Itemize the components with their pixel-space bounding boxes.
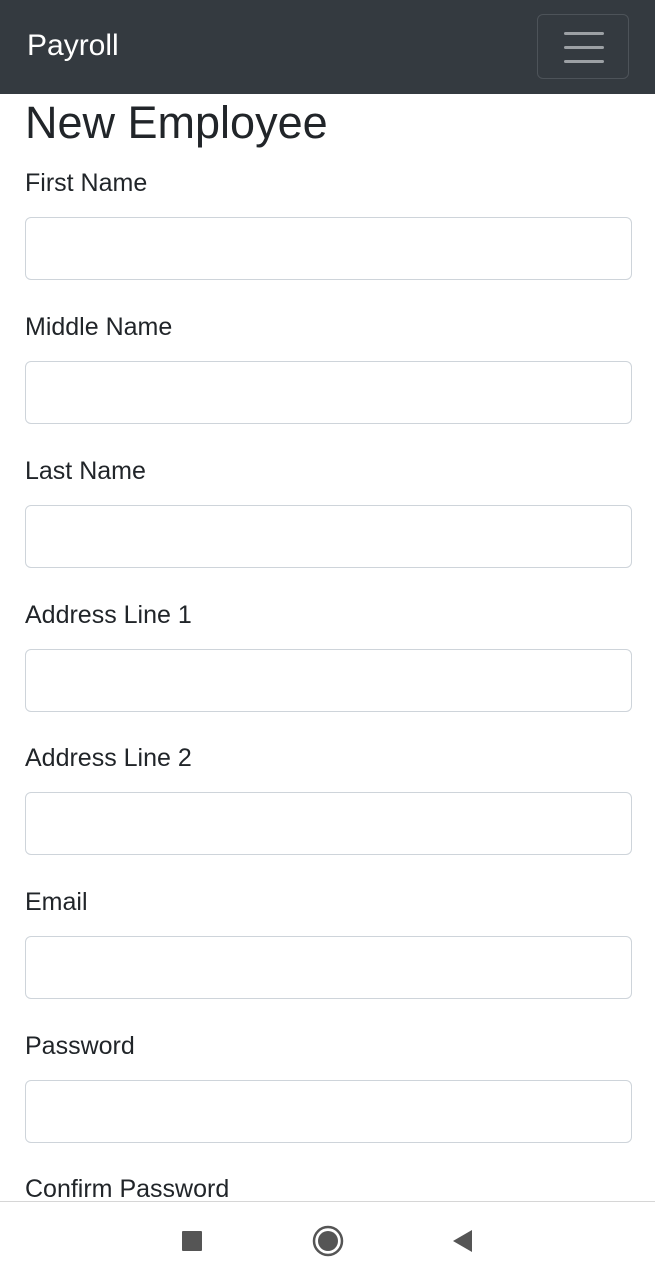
last-name-label: Last Name: [25, 457, 146, 485]
password-label: Password: [25, 1032, 135, 1060]
form-group-address-line-1: Address Line 1: [25, 600, 632, 712]
form-group-address-line-2: Address Line 2: [25, 743, 632, 855]
email-label: Email: [25, 888, 88, 916]
navbar: Payroll: [0, 0, 655, 94]
triangle-back-icon: [453, 1230, 472, 1252]
hamburger-menu-icon: [564, 32, 604, 35]
last-name-input[interactable]: [25, 505, 632, 568]
address-line-1-label: Address Line 1: [25, 601, 192, 629]
form-group-confirm-password: Confirm Password: [25, 1174, 632, 1204]
page-title: New Employee: [25, 97, 328, 148]
form-group-first-name: First Name: [25, 168, 632, 280]
system-navigation-bar: [0, 1201, 655, 1280]
hamburger-bar: [564, 60, 604, 63]
navbar-toggler-button[interactable]: [537, 14, 629, 79]
address-line-2-input[interactable]: [25, 792, 632, 855]
back-button[interactable]: [422, 1202, 502, 1280]
first-name-input[interactable]: [25, 217, 632, 280]
address-line-2-label: Address Line 2: [25, 744, 192, 772]
form-group-last-name: Last Name: [25, 456, 632, 568]
circle-home-icon: [312, 1225, 344, 1257]
home-button[interactable]: [288, 1202, 368, 1280]
hamburger-bar: [564, 46, 604, 49]
form-group-password: Password: [25, 1031, 632, 1143]
navbar-brand[interactable]: Payroll: [27, 26, 119, 66]
email-input[interactable]: [25, 936, 632, 999]
address-line-1-input[interactable]: [25, 649, 632, 712]
first-name-label: First Name: [25, 169, 148, 197]
confirm-password-label: Confirm Password: [25, 1175, 230, 1203]
recent-apps-button[interactable]: [152, 1202, 232, 1280]
password-input[interactable]: [25, 1080, 632, 1143]
square-stop-icon: [182, 1231, 202, 1251]
form-group-middle-name: Middle Name: [25, 312, 632, 424]
form-group-email: Email: [25, 887, 632, 999]
middle-name-label: Middle Name: [25, 313, 173, 341]
middle-name-input[interactable]: [25, 361, 632, 424]
